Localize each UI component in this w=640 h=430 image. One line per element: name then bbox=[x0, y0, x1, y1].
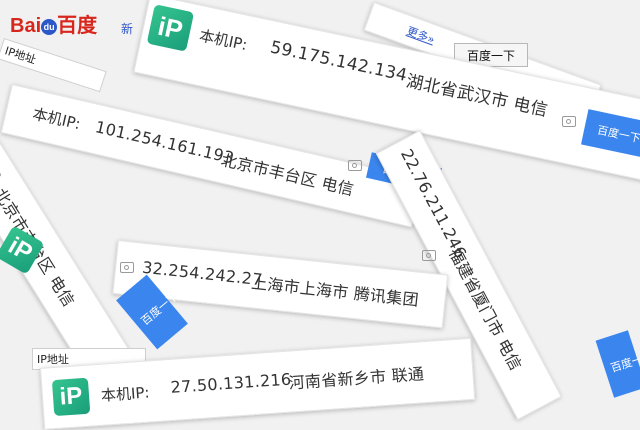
camera-icon[interactable] bbox=[562, 116, 576, 127]
ip-prefix-label: 本机IP: bbox=[100, 383, 151, 405]
ip-location: 河南省新乡市 联通 bbox=[288, 364, 425, 393]
ip-address: 101.254.161.193 bbox=[93, 117, 237, 168]
ip-address: 59.175.142.134 bbox=[268, 37, 409, 86]
ip-prefix-label: 本机IP: bbox=[197, 26, 249, 55]
baidu-logo-cn: 百度 bbox=[57, 15, 98, 37]
more-link[interactable]: 更多» bbox=[405, 23, 437, 48]
nav-fragment[interactable]: 新 bbox=[121, 20, 133, 37]
ip-location: 湖北省武汉市 电信 bbox=[404, 71, 550, 121]
ip-prefix-label: 本机IP: bbox=[30, 104, 83, 134]
paw-icon: du bbox=[41, 19, 58, 35]
ip-logo-icon: iP bbox=[51, 377, 91, 417]
camera-icon[interactable] bbox=[422, 250, 436, 261]
baidu-logo[interactable]: Bai du 百度 bbox=[10, 9, 97, 38]
baidu-logo-bai: Bai bbox=[10, 15, 42, 37]
camera-icon[interactable] bbox=[348, 160, 362, 171]
ip-address: 27.50.131.216 bbox=[170, 369, 293, 397]
ip-address: 32.254.242.27 bbox=[141, 257, 264, 290]
ip-address: 22.76.211.246 bbox=[396, 145, 471, 262]
ip-location: 北京市丰台区 电信 bbox=[219, 150, 356, 200]
camera-icon[interactable] bbox=[120, 262, 134, 273]
baidu-search-button[interactable]: 百度一下 bbox=[595, 330, 640, 398]
ip-location: 上海市上海市 腾讯集团 bbox=[250, 273, 420, 310]
ip-address: 193 bbox=[0, 148, 6, 186]
ip-logo-icon: iP bbox=[146, 4, 195, 52]
